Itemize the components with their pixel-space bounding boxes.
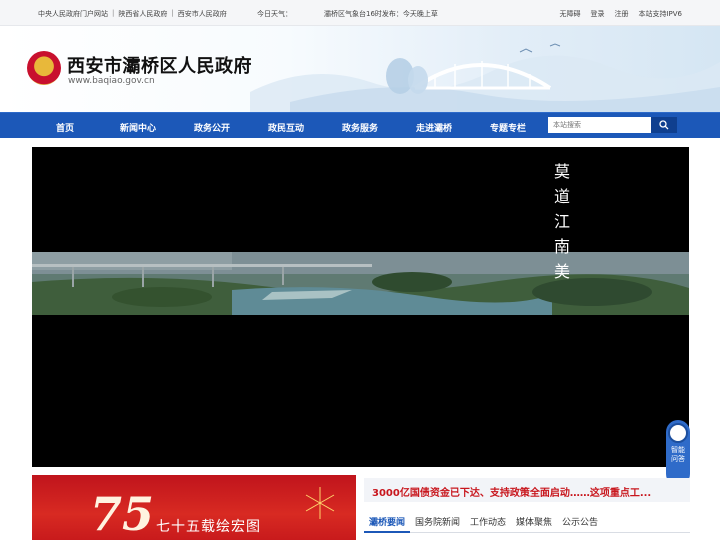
featured-headline[interactable]: 3000亿国债资金已下达、支持政策全面启动……这项重点工... [364,478,690,502]
bridge-landscape-illustration [250,43,720,112]
firework-decoration-icon [305,487,335,519]
nav-item-special-topics[interactable]: 专题专栏 [490,121,526,134]
weather-forecast: 灞桥区气象台16时发布：今天晚上草 [324,10,438,18]
site-url: www.baqiao.gov.cn [68,76,155,86]
login-link[interactable]: 登录 [590,9,604,19]
separator: | [112,9,115,17]
tab-baqiao-news[interactable]: 灞桥要闻 [369,515,405,528]
poem-char: 道 [553,187,570,206]
link-xian-gov[interactable]: 西安市人民政府 [178,9,227,19]
active-tab-indicator [364,531,410,533]
promo-number: 75 [90,487,155,540]
nav-item-news[interactable]: 新闻中心 [120,121,156,134]
site-title[interactable]: 西安市灞桥区人民政府 [67,52,252,78]
assistant-avatar-icon [668,423,688,443]
anniversary-promo-banner[interactable]: 75 七十五载绘宏图 [32,475,356,540]
ipv6-note: 本站支持IPV6 [638,10,682,18]
assistant-label-line: 智能 [671,446,685,454]
register-link[interactable]: 注册 [614,9,628,19]
feature-video[interactable]: 莫 道 江 南 美 [32,147,689,467]
external-links: 中央人民政府门户网站 | 陕西省人民政府 | 西安市人民政府 [38,9,227,19]
nav-item-home[interactable]: 首页 [56,121,74,134]
tab-announcements[interactable]: 公示公告 [562,515,598,528]
top-utility-bar: 中央人民政府门户网站 | 陕西省人民政府 | 西安市人民政府 今日天气： 灞桥区… [0,0,720,26]
news-tabs: 灞桥要闻 国务院新闻 工作动态 媒体聚焦 公示公告 [364,512,690,540]
nav-item-gov-affairs[interactable]: 政务公开 [194,121,230,134]
nav-item-interaction[interactable]: 政民互动 [268,121,304,134]
link-shaanxi-gov[interactable]: 陕西省人民政府 [118,9,167,19]
search-button[interactable] [651,117,677,133]
poem-char: 莫 [553,162,570,181]
headline-text[interactable]: 3000亿国债资金已下达、支持政策全面启动……这项重点工... [372,484,651,499]
search-input[interactable] [548,117,651,133]
tab-work-updates[interactable]: 工作动态 [470,515,506,528]
tab-state-council-news[interactable]: 国务院新闻 [415,515,460,528]
poem-char: 江 [553,212,570,231]
promo-text: 七十五载绘宏图 [156,519,261,535]
national-emblem-icon [27,51,61,85]
nav-item-about-baqiao[interactable]: 走进灞桥 [416,121,452,134]
tab-media-focus[interactable]: 媒体聚焦 [516,515,552,528]
accessibility-link[interactable]: 无障碍 [559,9,580,19]
search-icon [659,120,669,130]
link-central-gov[interactable]: 中央人民政府门户网站 [38,9,108,19]
nav-item-services[interactable]: 政务服务 [342,121,378,134]
assistant-label: 智能 问答 [666,446,690,464]
aerial-landscape-image [32,252,689,315]
tab-divider [364,532,690,533]
assistant-label-line: 问答 [671,455,685,463]
weather-label: 今日天气： [257,10,292,18]
poem-char: 美 [553,262,570,281]
account-links: 无障碍 登录 注册 本站支持IPV6 [559,9,682,19]
poem-char: 南 [553,237,570,256]
poem-caption: 莫 道 江 南 美 [552,159,572,284]
smart-qa-button[interactable]: 智能 问答 [666,420,690,486]
separator: | [171,9,174,17]
